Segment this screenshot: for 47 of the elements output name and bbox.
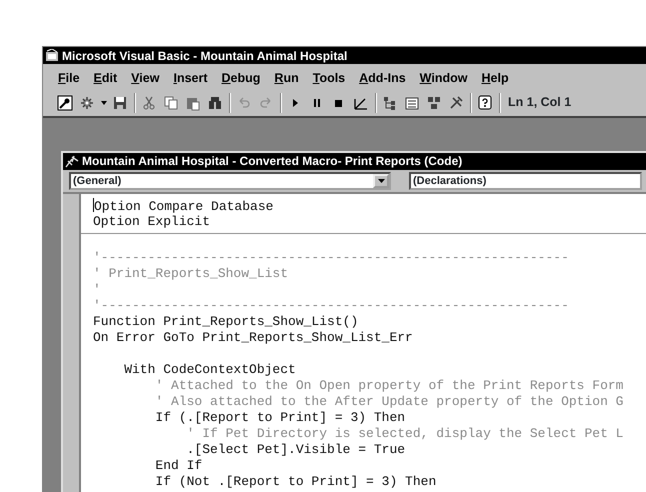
view-access-button[interactable] — [55, 92, 75, 113]
object-dropdown[interactable]: (General) — [69, 172, 391, 190]
menu-item[interactable]: Insert — [166, 67, 215, 90]
code-comment: ' Attached to the On Open property of the Print Reports Form — [154, 378, 624, 393]
menu-item[interactable]: Debug — [214, 67, 268, 90]
module-icon — [65, 154, 79, 168]
menu-item[interactable]: View — [124, 67, 166, 90]
gear-icon — [79, 94, 95, 111]
tools-icon — [448, 94, 464, 111]
code-comment: '------------------------------------------------------------ — [93, 250, 569, 265]
menu-item[interactable]: Edit — [86, 67, 124, 90]
menu-item[interactable]: Tools — [306, 67, 352, 90]
help-icon — [477, 94, 493, 111]
caret-icon — [100, 100, 106, 105]
cursor-position: Ln 1, Col 1 — [507, 94, 572, 112]
code-comment: ' If Pet Directory is selected, display the Select Pet L — [186, 426, 624, 441]
menu-item[interactable]: Run — [267, 67, 306, 90]
code-comment: ' — [93, 282, 101, 297]
menu-item[interactable]: Help — [474, 67, 516, 90]
caret-icon — [378, 178, 384, 183]
code-line: With CodeContextObject — [123, 362, 296, 377]
code-comment: ' Also attached to the After Update property of the Option G — [154, 394, 624, 409]
app-icon — [45, 49, 59, 62]
menu-item[interactable]: Window — [412, 67, 474, 90]
menu-item[interactable]: File — [51, 67, 87, 90]
code-line: On Error GoTo Print_Reports_Show_List_Err — [93, 330, 413, 345]
key-icon — [57, 94, 73, 111]
code-comment: ' Print_Reports_Show_List — [93, 266, 288, 281]
copy-icon — [163, 94, 179, 111]
code-line: .[Select Pet].Visible = True — [186, 442, 406, 457]
code-window-title: Mountain Animal Hospital - Converted Macro- Print Reports (Code) — [82, 153, 462, 170]
code-line: If (.[Report to Print] = 3) Then — [154, 410, 406, 425]
code-line: If (Not .[Report to Print] = 3) Then — [154, 474, 436, 489]
menu-item[interactable]: Add-Ins — [352, 67, 413, 90]
code-line: Option Explicit — [93, 214, 210, 229]
procedure-dropdown[interactable]: (Declarations) — [409, 172, 642, 190]
scissors-icon — [141, 94, 157, 111]
code-line: Option Compare Database — [94, 198, 274, 214]
code-line: Function Print_Reports_Show_List() — [93, 314, 358, 329]
properties-icon — [404, 94, 420, 111]
window-title: Microsoft Visual Basic - Mountain Animal Hospital — [62, 48, 348, 64]
code-line: End If — [154, 458, 202, 473]
tree-icon — [382, 94, 398, 111]
dropdown-button[interactable] — [373, 174, 389, 188]
code-comment: '------------------------------------------------------------ — [93, 298, 569, 313]
save-icon — [112, 94, 128, 111]
objects-icon — [426, 94, 442, 111]
